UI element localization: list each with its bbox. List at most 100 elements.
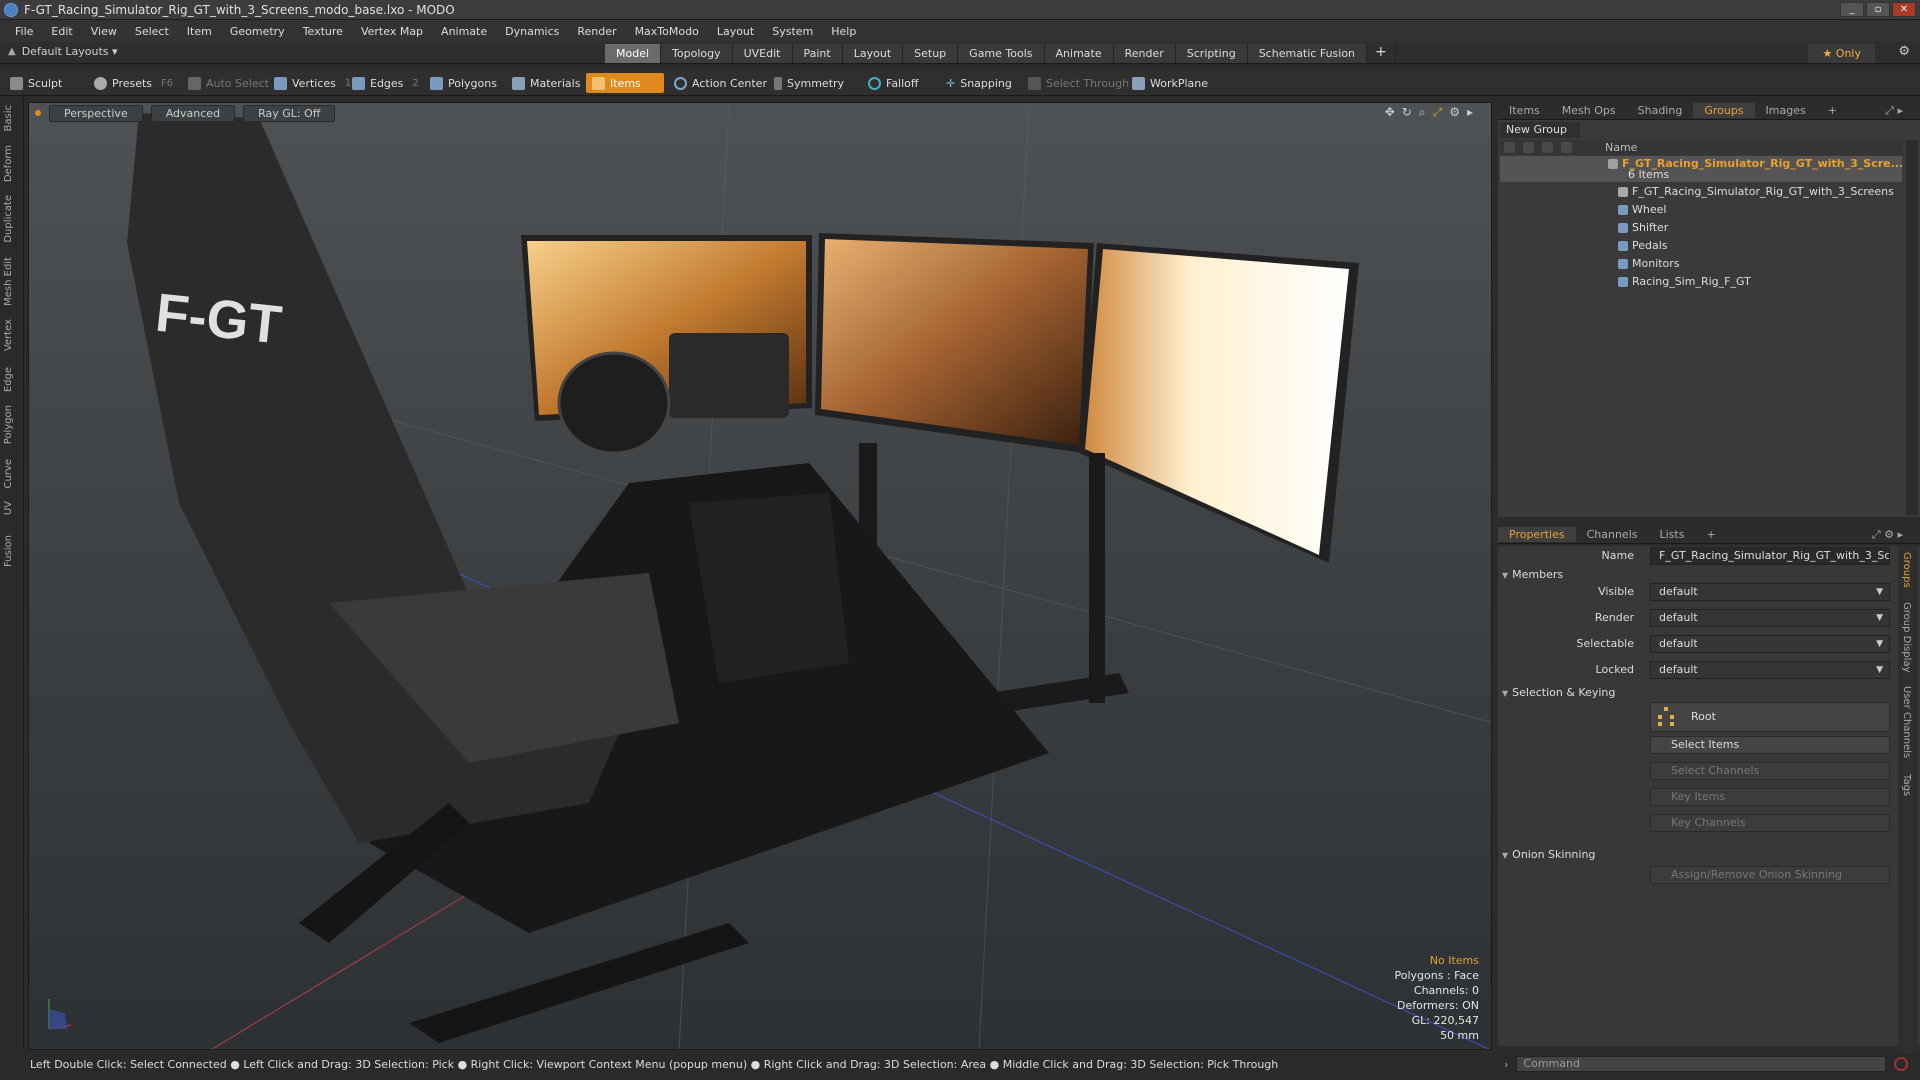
key-items-button[interactable]: Key Items <box>1650 788 1890 806</box>
tab-schematic-fusion[interactable]: Schematic Fusion <box>1247 44 1368 63</box>
record-macro-icon[interactable] <box>1894 1057 1909 1071</box>
sidetab-group-display[interactable]: Group Display <box>1901 602 1912 672</box>
visible-dropdown[interactable]: default ▼ <box>1650 583 1890 601</box>
viewport-gear-icon[interactable]: ⚙ <box>1449 105 1460 120</box>
layouts-dropdown[interactable]: Default Layouts ▾ <box>22 45 118 58</box>
collapse-triangle-icon[interactable]: ▼ <box>1502 571 1508 580</box>
3d-viewport[interactable]: F-GT Perspective Advanced Ray GL: Off ✥ … <box>28 102 1492 1050</box>
tab-uvedit[interactable]: UVEdit <box>732 44 793 63</box>
tab-polygon[interactable]: Polygon <box>3 405 14 444</box>
panel-expand-icon[interactable]: ⤢ ▸ <box>1874 103 1914 119</box>
menu-texture[interactable]: Texture <box>294 25 352 38</box>
tab-game-tools[interactable]: Game Tools <box>958 44 1045 63</box>
menu-view[interactable]: View <box>82 25 126 38</box>
sidetab-user-channels[interactable]: User Channels <box>1901 686 1912 758</box>
tab-deform[interactable]: Deform <box>3 145 14 182</box>
tab-render[interactable]: Render <box>1113 44 1176 63</box>
menu-render[interactable]: Render <box>568 25 625 38</box>
falloff-button[interactable]: Falloff <box>862 73 924 93</box>
menu-dynamics[interactable]: Dynamics <box>496 25 568 38</box>
tab-layout[interactable]: Layout <box>842 44 904 63</box>
presets-button[interactable]: Presets F6 <box>88 73 179 93</box>
menu-select[interactable]: Select <box>126 25 178 38</box>
new-group-button[interactable]: New Group <box>1500 122 1580 138</box>
properties-gear-icon[interactable]: ⤢ ⚙ ▸ <box>1861 527 1914 543</box>
select-channels-button[interactable]: Select Channels <box>1650 762 1890 780</box>
name-column-header[interactable]: Name <box>1605 141 1637 154</box>
tab-mesh-edit[interactable]: Mesh Edit <box>3 257 14 306</box>
layouts-selector[interactable]: ▲ Default Layouts ▾ <box>8 45 118 58</box>
tab-model[interactable]: Model <box>605 44 662 63</box>
name-field[interactable]: F_GT_Racing_Simulator_Rig_GT_with_3_Scre… <box>1650 547 1890 565</box>
materials-button[interactable]: Materials <box>506 73 586 93</box>
menu-vertex-map[interactable]: Vertex Map <box>352 25 432 38</box>
tab-scripting[interactable]: Scripting <box>1175 44 1248 63</box>
group-row[interactable]: F_GT_Racing_Simulator_Rig_GT_with_3_Scre… <box>1500 156 1903 182</box>
add-properties-tab-icon[interactable]: + <box>1695 527 1726 542</box>
snapping-button[interactable]: ✛ Snapping <box>940 73 1018 93</box>
menu-system[interactable]: System <box>763 25 822 38</box>
close-button[interactable]: ✕ <box>1892 2 1916 17</box>
tab-items[interactable]: Items <box>1498 103 1551 118</box>
sidetab-tags[interactable]: Tags <box>1901 774 1912 796</box>
rotate-icon[interactable]: ↻ <box>1402 105 1412 120</box>
assign-onion-skinning-button[interactable]: Assign/Remove Onion Skinning <box>1650 866 1890 884</box>
select-through-button[interactable]: Select Through <box>1022 73 1135 93</box>
maximize-button[interactable]: ▫ <box>1866 2 1890 17</box>
shading-mode-button[interactable]: Advanced <box>150 104 236 122</box>
tab-edge[interactable]: Edge <box>3 367 14 392</box>
vertices-button[interactable]: Vertices 1 <box>268 73 357 93</box>
key-channels-button[interactable]: Key Channels <box>1650 814 1890 832</box>
menu-geometry[interactable]: Geometry <box>221 25 294 38</box>
onion-skinning-section[interactable]: ▼ Onion Skinning <box>1502 848 1595 861</box>
sidetab-groups[interactable]: Groups <box>1901 552 1912 588</box>
render-column-icon[interactable] <box>1523 142 1534 153</box>
render-dropdown[interactable]: default ▼ <box>1650 609 1890 627</box>
auto-select-button[interactable]: Auto Select <box>182 73 275 93</box>
only-toggle[interactable]: ★ Only <box>1808 44 1875 63</box>
locked-dropdown[interactable]: default ▼ <box>1650 661 1890 679</box>
menu-edit[interactable]: Edit <box>42 25 81 38</box>
menu-layout[interactable]: Layout <box>708 25 763 38</box>
select-items-button[interactable]: Select Items <box>1650 736 1890 754</box>
select-column-icon[interactable] <box>1542 142 1553 153</box>
tab-setup[interactable]: Setup <box>903 44 959 63</box>
selectable-dropdown[interactable]: default ▼ <box>1650 635 1890 653</box>
symmetry-button[interactable]: Symmetry <box>768 73 850 93</box>
polygons-button[interactable]: Polygons <box>424 73 503 93</box>
members-section[interactable]: ▼ Members <box>1502 568 1563 581</box>
tab-fusion[interactable]: Fusion <box>3 535 14 567</box>
tree-item-racing-sim-rig[interactable]: Racing_Sim_Rig_F_GT <box>1500 274 1902 290</box>
tab-topology[interactable]: Topology <box>661 44 733 63</box>
tree-item-pedals[interactable]: Pedals <box>1500 238 1902 254</box>
tab-channels[interactable]: Channels <box>1576 527 1649 542</box>
collapse-triangle-icon[interactable]: ▼ <box>1502 689 1508 698</box>
items-button[interactable]: Items <box>586 73 664 93</box>
tree-item-monitors[interactable]: Monitors <box>1500 256 1902 272</box>
command-input[interactable]: Command <box>1516 1056 1887 1072</box>
tab-vertex[interactable]: Vertex <box>3 319 14 351</box>
view-mode-button[interactable]: Perspective <box>49 104 143 122</box>
lock-column-icon[interactable] <box>1561 142 1572 153</box>
tab-curve[interactable]: Curve <box>3 459 14 489</box>
pan-icon[interactable]: ✥ <box>1385 105 1395 120</box>
workplane-button[interactable]: WorkPlane <box>1126 73 1214 93</box>
groups-scrollbar[interactable] <box>1906 140 1918 515</box>
add-panel-tab-icon[interactable]: + <box>1817 103 1848 118</box>
tab-shading[interactable]: Shading <box>1627 103 1694 118</box>
viewport-menu-dot[interactable] <box>35 110 41 116</box>
tree-item-wheel[interactable]: Wheel <box>1500 202 1902 218</box>
menu-help[interactable]: Help <box>822 25 865 38</box>
zoom-icon[interactable]: ⌕ <box>1419 105 1426 120</box>
sculpt-button[interactable]: Sculpt <box>4 73 68 93</box>
tree-item-shifter[interactable]: Shifter <box>1500 220 1902 236</box>
expand-arrow-icon[interactable]: ▸ <box>1467 105 1473 120</box>
menu-item[interactable]: Item <box>178 25 221 38</box>
visibility-column-icon[interactable] <box>1504 142 1515 153</box>
add-tab-button[interactable]: + <box>1367 44 1396 63</box>
menu-animate[interactable]: Animate <box>432 25 496 38</box>
tab-images[interactable]: Images <box>1755 103 1817 118</box>
tab-animate[interactable]: Animate <box>1044 44 1114 63</box>
tab-properties[interactable]: Properties <box>1498 527 1576 542</box>
tab-uv[interactable]: UV <box>3 501 14 515</box>
